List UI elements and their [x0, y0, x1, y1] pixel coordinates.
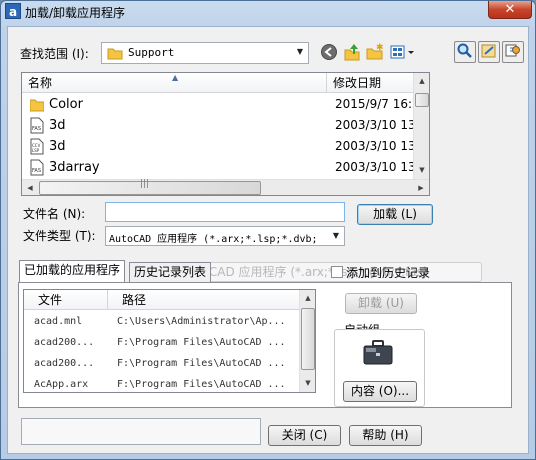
- column-file-label: 文件: [38, 293, 63, 307]
- file-name: 3darray: [49, 160, 100, 175]
- vertical-scrollbar[interactable]: ▲ ▼: [413, 73, 429, 179]
- list-item[interactable]: Color 2015/9/7 16:25: [22, 94, 427, 115]
- table-row[interactable]: AcApp.arx F:\Program Files\AutoCAD ...: [24, 374, 304, 392]
- path-cell: C:\Users\Administrator\Ap...: [117, 316, 286, 327]
- dialog-window: a 加载/卸载应用程序 ✕ 查找范围 (I): Support ▼ ✱ 名称 ▲…: [0, 0, 536, 460]
- status-box: [21, 418, 261, 445]
- column-header-file[interactable]: 文件: [24, 290, 107, 310]
- scroll-down-icon[interactable]: ▼: [300, 375, 315, 391]
- tab-loaded-applications[interactable]: 已加载的应用程序: [19, 260, 126, 282]
- file-name: 3d: [49, 139, 66, 154]
- find-icon[interactable]: [454, 41, 476, 63]
- path-cell: F:\Program Files\AutoCAD ...: [117, 379, 286, 390]
- column-header-date[interactable]: 修改日期: [326, 73, 422, 93]
- file-cell: acad200...: [34, 337, 95, 348]
- filetype-value: AutoCAD 应用程序 (*.arx;*.lsp;*.dvb;: [109, 234, 318, 245]
- ghost-filter-text: AutoCAD 应用程序 (*.arx;*.lsp;*.dvb;*.fas): [176, 262, 482, 282]
- chevron-down-icon[interactable]: ▼: [292, 43, 308, 61]
- file-name: 3d: [49, 118, 66, 133]
- column-date-label: 修改日期: [333, 76, 382, 90]
- scroll-thumb[interactable]: [301, 308, 315, 370]
- svg-text:FAS: FAS: [32, 126, 41, 132]
- list-item[interactable]: CCV LSP 3d 2003/3/10 13:27: [22, 136, 429, 157]
- filename-label: 文件名 (N):: [23, 207, 86, 221]
- tab-history-list[interactable]: 历史记录列表: [129, 262, 212, 282]
- add-to-history-checkbox[interactable]: [331, 266, 343, 278]
- scroll-left-icon[interactable]: ◀: [22, 180, 38, 195]
- scroll-right-icon[interactable]: ▶: [413, 180, 429, 195]
- file-cell: acad200...: [34, 358, 95, 369]
- sort-ascending-icon: ▲: [172, 73, 179, 82]
- table-row[interactable]: acad.mnl C:\Users\Administrator\Ap...: [24, 311, 304, 332]
- chevron-down-icon[interactable]: ▼: [328, 227, 344, 245]
- new-folder-icon[interactable]: ✱: [365, 42, 385, 62]
- grip-icon: |||: [140, 179, 150, 189]
- file-cell: AcApp.arx: [34, 379, 89, 390]
- lookin-combo[interactable]: Support ▼: [101, 42, 309, 64]
- column-name-label: 名称: [28, 76, 53, 90]
- lookin-label: 查找范围 (I):: [20, 47, 89, 61]
- table-row[interactable]: acad200... F:\Program Files\AutoCAD ...: [24, 353, 304, 374]
- up-folder-icon[interactable]: [342, 42, 362, 62]
- contents-button[interactable]: 内容 (O)...: [343, 381, 417, 402]
- svg-text:✱: ✱: [376, 43, 384, 53]
- favorites-icon[interactable]: [478, 41, 500, 63]
- svg-text:LSP: LSP: [32, 148, 40, 153]
- window-title: 加载/卸载应用程序: [25, 6, 126, 20]
- views-icon[interactable]: [389, 42, 417, 62]
- loaded-applications-list[interactable]: 文件 路径 acad.mnl C:\Users\Administrator\Ap…: [23, 289, 316, 393]
- filetype-label: 文件类型 (T):: [23, 229, 96, 243]
- scroll-thumb[interactable]: |||: [39, 179, 261, 195]
- add-to-history-label: 添加到历史记录: [346, 266, 431, 280]
- title-bar[interactable]: a 加载/卸载应用程序 ✕: [1, 1, 535, 23]
- scroll-up-icon[interactable]: ▲: [300, 290, 315, 306]
- help-button[interactable]: 帮助 (H): [349, 425, 422, 446]
- column-path-label: 路径: [122, 293, 147, 307]
- fas-file-icon: FAS: [30, 159, 44, 176]
- load-button[interactable]: 加载 (L): [357, 204, 433, 225]
- path-cell: F:\Program Files\AutoCAD ...: [117, 358, 286, 369]
- startup-group-box: 内容 (O)...: [334, 329, 425, 407]
- file-list[interactable]: 名称 ▲ 修改日期 Color 2015/9/7 16:25 FAS 3d 20…: [21, 72, 430, 196]
- briefcase-icon: [363, 340, 393, 365]
- horizontal-scrollbar[interactable]: ◀ ||| ▶: [22, 179, 429, 195]
- filetype-combo[interactable]: AutoCAD 应用程序 (*.arx;*.lsp;*.dvb; ▼: [105, 226, 345, 246]
- file-cell: acad.mnl: [34, 316, 83, 327]
- back-icon[interactable]: [319, 43, 339, 63]
- path-cell: F:\Program Files\AutoCAD ...: [117, 337, 286, 348]
- file-name: Color: [49, 97, 83, 112]
- vlx-file-icon: CCVLSP: [30, 138, 44, 155]
- unload-button[interactable]: 卸载 (U): [345, 293, 417, 314]
- table-row[interactable]: acad200... F:\Program Files\AutoCAD ...: [24, 332, 304, 353]
- dialog-client-area: 查找范围 (I): Support ▼ ✱ 名称 ▲ 修改日期 Color 20…: [7, 26, 529, 454]
- tools-icon[interactable]: [502, 41, 524, 63]
- scroll-thumb[interactable]: [415, 93, 429, 107]
- scroll-down-icon[interactable]: ▼: [414, 162, 429, 178]
- folder-icon: [107, 48, 123, 60]
- fas-file-icon: FAS: [30, 117, 44, 134]
- close-button[interactable]: 关闭 (C): [268, 425, 341, 446]
- folder-icon: [30, 99, 44, 112]
- filename-input[interactable]: [105, 202, 345, 222]
- scroll-up-icon[interactable]: ▲: [414, 73, 429, 89]
- column-header-name[interactable]: 名称 ▲: [22, 73, 326, 93]
- list-item[interactable]: FAS 3d 2003/3/10 13:27: [22, 115, 429, 136]
- vertical-scrollbar[interactable]: ▲ ▼: [299, 290, 315, 392]
- svg-text:FAS: FAS: [32, 168, 41, 174]
- column-header-path[interactable]: 路径: [107, 290, 300, 310]
- list-item[interactable]: FAS 3darray 2003/3/10 13:27: [22, 157, 429, 178]
- lookin-value: Support: [128, 46, 175, 59]
- window-close-button[interactable]: ✕: [488, 1, 532, 19]
- autocad-app-icon: a: [5, 3, 21, 19]
